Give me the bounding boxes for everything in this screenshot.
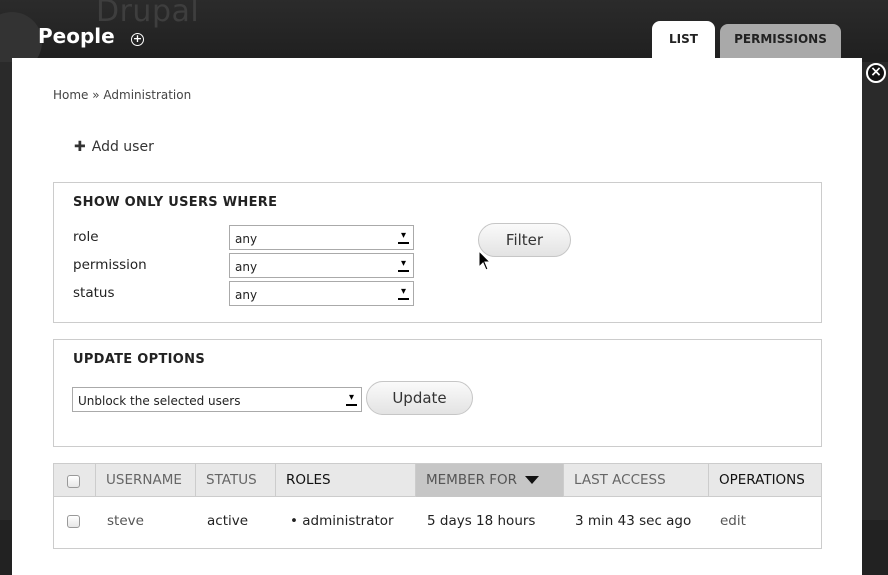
filter-permission-value: any	[235, 260, 258, 274]
backdrop-right	[862, 62, 888, 575]
add-user-link[interactable]: ✚ Add user	[74, 139, 154, 155]
filter-status-select[interactable]: any ▾	[229, 281, 414, 306]
plus-icon: ✚	[74, 139, 86, 155]
select-all-checkbox[interactable]	[67, 475, 80, 488]
header-select-all-cell	[54, 464, 96, 497]
row-status: active	[207, 513, 249, 529]
column-header-operations: OPERATIONS	[719, 472, 805, 488]
dropdown-arrow-icon: ▾	[398, 259, 409, 272]
mouse-cursor-icon	[478, 250, 492, 271]
column-header-roles: ROLES	[276, 464, 416, 497]
filter-legend: SHOW ONLY USERS WHERE	[73, 195, 278, 210]
row-username[interactable]: steve	[107, 513, 144, 529]
update-action-select[interactable]: Unblock the selected users ▾	[72, 387, 362, 412]
row-member-for: 5 days 18 hours	[427, 513, 536, 529]
dropdown-arrow-icon: ▾	[346, 393, 357, 406]
update-legend: UPDATE OPTIONS	[73, 352, 205, 367]
dropdown-arrow-icon: ▾	[398, 231, 409, 244]
filter-permission-select[interactable]: any ▾	[229, 253, 414, 278]
filter-role-select[interactable]: any ▾	[229, 225, 414, 250]
row-last-access: 3 min 43 sec ago	[575, 513, 692, 529]
users-table: USERNAME STATUS ROLES MEMBER FOR LAST AC…	[53, 463, 822, 549]
filter-fieldset: SHOW ONLY USERS WHERE role any ▾ permiss…	[53, 182, 822, 323]
overlay-content: Home » Administration ✚ Add user SHOW ONL…	[12, 58, 862, 575]
add-user-label: Add user	[91, 139, 154, 155]
column-header-last-access[interactable]: LAST ACCESS	[564, 464, 709, 497]
column-header-member-for-label: MEMBER FOR	[426, 472, 518, 488]
close-overlay-icon[interactable]: ×	[866, 63, 886, 83]
dropdown-arrow-icon: ▾	[398, 287, 409, 300]
sort-descending-icon	[525, 476, 540, 484]
row-roles: • administrator	[290, 513, 394, 529]
tab-permissions[interactable]: PERMISSIONS	[720, 24, 841, 60]
row-edit-link[interactable]: edit	[720, 513, 746, 529]
column-header-status[interactable]: STATUS	[196, 464, 276, 497]
filter-role-label: role	[73, 229, 99, 245]
column-header-username[interactable]: USERNAME	[96, 464, 196, 497]
row-roles-value: administrator	[302, 513, 394, 529]
backdrop-left	[0, 62, 12, 575]
page-title: People	[38, 24, 115, 48]
add-shortcut-icon[interactable]: +	[131, 33, 144, 46]
filter-role-value: any	[235, 232, 258, 246]
table-header: USERNAME STATUS ROLES MEMBER FOR LAST AC…	[54, 464, 821, 497]
filter-permission-label: permission	[73, 257, 147, 273]
tab-list[interactable]: LIST	[652, 21, 715, 62]
update-options-fieldset: UPDATE OPTIONS Unblock the selected user…	[53, 339, 822, 447]
column-header-member-for[interactable]: MEMBER FOR	[416, 464, 564, 497]
filter-status-label: status	[73, 285, 115, 301]
update-button[interactable]: Update	[366, 381, 473, 415]
filter-status-value: any	[235, 288, 258, 302]
row-select-checkbox[interactable]	[67, 515, 80, 528]
breadcrumb[interactable]: Home » Administration	[53, 88, 191, 102]
update-action-value: Unblock the selected users	[78, 394, 241, 408]
